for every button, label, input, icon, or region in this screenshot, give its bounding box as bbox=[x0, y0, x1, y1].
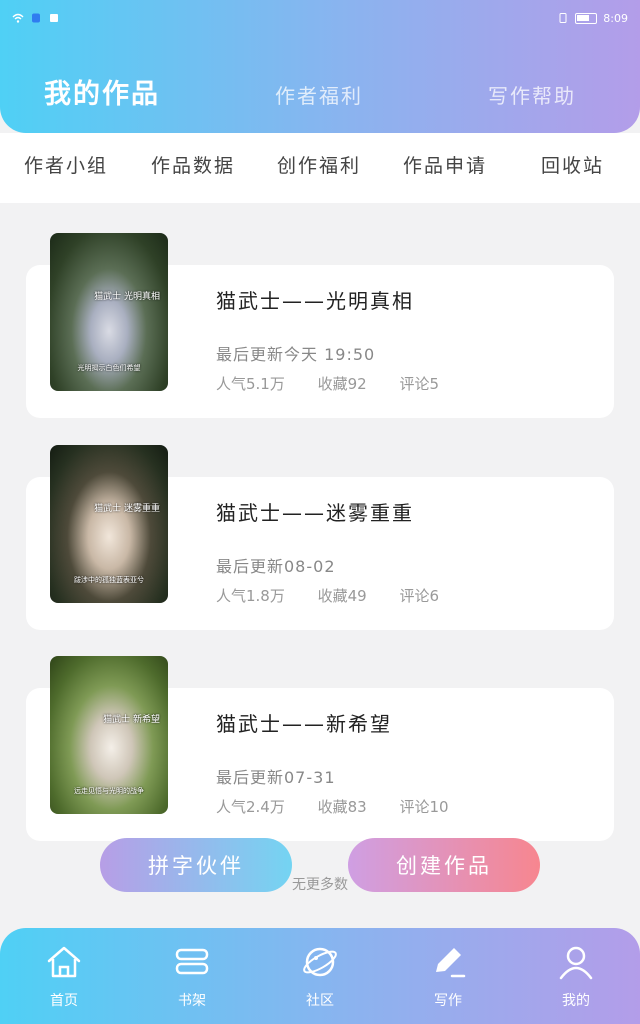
tab-my-works[interactable]: 我的作品 bbox=[44, 72, 160, 111]
home-icon bbox=[47, 946, 81, 978]
writing-partner-button[interactable]: 拼字伙伴 bbox=[100, 838, 292, 892]
work-title[interactable]: 猫武士——迷雾重重 bbox=[216, 497, 414, 526]
work-updated: 最后更新07-31 bbox=[216, 768, 336, 787]
work-updated: 最后更新08-02 bbox=[216, 557, 336, 576]
work-card[interactable]: 猫武士 光明真相 光明揭示白色们希望 猫武士——光明真相 最后更新今天 19:5… bbox=[26, 233, 614, 418]
bottom-navigation: 首页 书架 社区 写作 我的 bbox=[0, 928, 640, 1024]
nav-community[interactable]: 社区 bbox=[280, 942, 360, 1010]
nav-bookshelf[interactable]: 书架 bbox=[152, 942, 232, 1010]
comments-count: 评论6 bbox=[399, 587, 440, 605]
battery-icon bbox=[575, 12, 598, 24]
nav-label: 首页 bbox=[50, 993, 78, 1009]
nav-home[interactable]: 首页 bbox=[24, 942, 104, 1010]
bookshelf-icon bbox=[175, 948, 209, 975]
user-icon bbox=[559, 946, 593, 980]
pen-icon bbox=[436, 948, 466, 978]
shield-icon bbox=[32, 13, 40, 23]
work-stats: 人气1.8万 收藏49 评论6 bbox=[216, 585, 467, 606]
wifi-icon bbox=[12, 13, 24, 23]
nav-write[interactable]: 写作 bbox=[408, 942, 488, 1010]
work-updated: 最后更新今天 19:50 bbox=[216, 345, 376, 364]
subnav-creation-benefits[interactable]: 创作福利 bbox=[277, 151, 361, 178]
book-cover[interactable]: 猫武士 光明真相 光明揭示白色们希望 bbox=[50, 233, 168, 391]
nav-label: 我的 bbox=[562, 993, 590, 1009]
subnav-recycle-bin[interactable]: 回收站 bbox=[541, 151, 604, 178]
nav-label: 写作 bbox=[434, 993, 462, 1009]
book-cover[interactable]: 猫武士 迷雾重重 跋涉中的孤独蓝表亚兮 bbox=[50, 445, 168, 603]
book-cover[interactable]: 猫武士 新希望 远走见悟与光明的战争 bbox=[50, 656, 168, 814]
work-title[interactable]: 猫武士——光明真相 bbox=[216, 285, 414, 314]
cover-caption: 远走见悟与光明的战争 bbox=[74, 787, 144, 795]
subnav-author-group[interactable]: 作者小组 bbox=[24, 151, 108, 178]
status-bar: 8:09 bbox=[12, 8, 628, 28]
cover-title: 猫武士 光明真相 bbox=[94, 292, 160, 302]
cover-caption: 跋涉中的孤独蓝表亚兮 bbox=[74, 576, 144, 584]
work-card[interactable]: 猫武士 新希望 远走见悟与光明的战争 猫武士——新希望 最后更新07-31 人气… bbox=[26, 656, 614, 841]
comments-count: 评论10 bbox=[399, 798, 449, 816]
favorites-count: 收藏92 bbox=[317, 375, 367, 393]
popularity-count: 人气5.1万 bbox=[216, 375, 285, 393]
comments-count: 评论5 bbox=[399, 375, 440, 393]
tab-writing-help[interactable]: 写作帮助 bbox=[488, 80, 576, 109]
no-more-data-text: 无更多数 bbox=[292, 877, 348, 893]
nav-label: 书架 bbox=[178, 993, 206, 1009]
header: 8:09 我的作品 作者福利 写作帮助 bbox=[0, 0, 640, 133]
subnav-work-application[interactable]: 作品申请 bbox=[403, 151, 487, 178]
puzzle-icon bbox=[50, 14, 58, 22]
nav-profile[interactable]: 我的 bbox=[536, 942, 616, 1010]
popularity-count: 人气1.8万 bbox=[216, 587, 285, 605]
planet-icon bbox=[303, 947, 337, 977]
subnav-work-data[interactable]: 作品数据 bbox=[151, 151, 235, 178]
work-stats: 人气5.1万 收藏92 评论5 bbox=[216, 373, 467, 394]
tab-author-benefits[interactable]: 作者福利 bbox=[275, 80, 363, 109]
cover-title: 猫武士 迷雾重重 bbox=[94, 504, 160, 514]
work-card[interactable]: 猫武士 迷雾重重 跋涉中的孤独蓝表亚兮 猫武士——迷雾重重 最后更新08-02 … bbox=[26, 445, 614, 630]
work-title[interactable]: 猫武士——新希望 bbox=[216, 708, 392, 737]
cover-caption: 光明揭示白色们希望 bbox=[77, 364, 141, 372]
favorites-count: 收藏49 bbox=[317, 587, 367, 605]
sub-navigation: 作者小组 作品数据 创作福利 作品申请 回收站 bbox=[0, 133, 640, 203]
create-work-button[interactable]: 创建作品 bbox=[348, 838, 540, 892]
work-stats: 人气2.4万 收藏83 评论10 bbox=[216, 796, 477, 817]
top-tabs: 我的作品 作者福利 写作帮助 bbox=[0, 68, 640, 112]
cover-title: 猫武士 新希望 bbox=[103, 715, 160, 725]
nav-label: 社区 bbox=[306, 993, 334, 1009]
favorites-count: 收藏83 bbox=[317, 798, 367, 816]
popularity-count: 人气2.4万 bbox=[216, 798, 285, 816]
status-time: 8:09 bbox=[603, 11, 628, 25]
vibrate-icon bbox=[559, 13, 567, 23]
